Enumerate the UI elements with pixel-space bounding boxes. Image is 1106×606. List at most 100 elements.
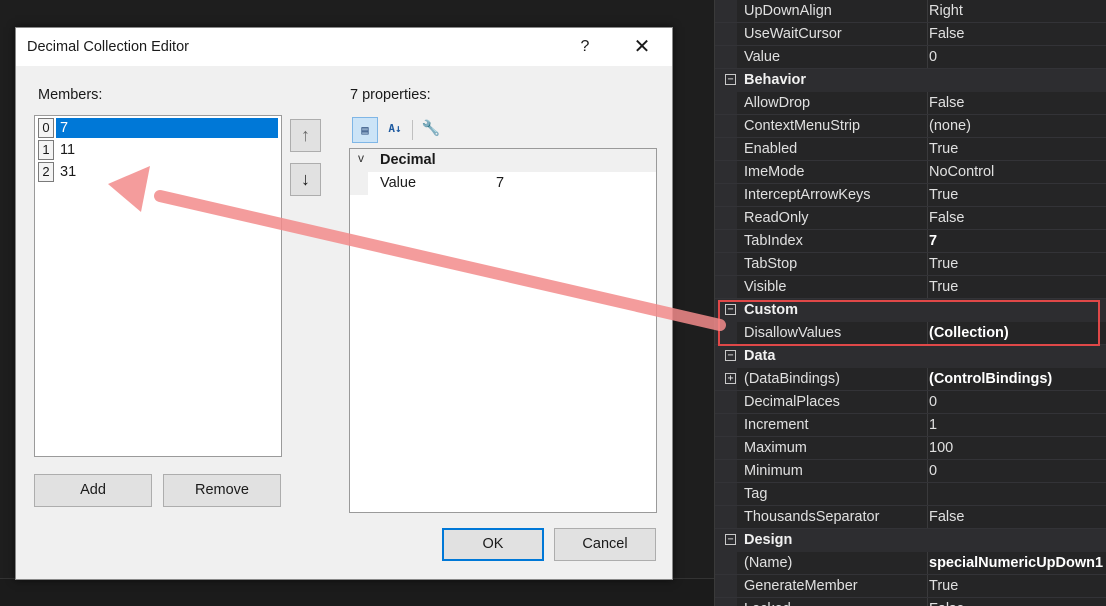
dialog-titlebar: Decimal Collection Editor ? ✕ <box>16 28 672 66</box>
category-label: Design <box>744 532 793 548</box>
property-value[interactable]: False <box>927 207 1106 229</box>
categorized-icon[interactable]: ▤ <box>352 117 378 143</box>
property-value[interactable]: 1 <box>927 414 1106 436</box>
property-row[interactable]: Visible True <box>715 276 1106 299</box>
property-row[interactable]: UpDownAlign Right <box>715 0 1106 23</box>
property-grid: UpDownAlign Right UseWaitCursor False Value 0… <box>714 0 1106 606</box>
property-row[interactable]: AllowDrop False <box>715 92 1106 115</box>
property-value[interactable]: True <box>927 276 1106 298</box>
property-row[interactable]: TabIndex 7 <box>715 230 1106 253</box>
members-label: Members: <box>38 87 103 103</box>
row-gutter <box>715 460 737 482</box>
row-gutter <box>715 575 737 597</box>
property-value[interactable]: False <box>927 506 1106 528</box>
property-value[interactable]: NoControl <box>927 161 1106 183</box>
property-row[interactable]: DecimalPlaces 0 <box>715 391 1106 414</box>
property-row[interactable]: Enabled True <box>715 138 1106 161</box>
property-value[interactable]: False <box>927 23 1106 45</box>
property-row[interactable]: InterceptArrowKeys True <box>715 184 1106 207</box>
property-row[interactable]: GenerateMember True <box>715 575 1106 598</box>
property-row[interactable]: ContextMenuStrip (none) <box>715 115 1106 138</box>
property-value[interactable]: 100 <box>927 437 1106 459</box>
row-gutter <box>715 414 737 436</box>
collapse-icon[interactable]: − <box>725 534 736 545</box>
property-name: UpDownAlign <box>744 3 832 19</box>
property-value[interactable]: 0 <box>927 46 1106 68</box>
property-row[interactable]: ImeMode NoControl <box>715 161 1106 184</box>
property-value[interactable]: False <box>927 92 1106 114</box>
category-label: Decimal <box>380 152 436 168</box>
value-property-row[interactable]: Value 7 <box>350 172 656 195</box>
property-row[interactable]: TabStop True <box>715 253 1106 276</box>
chevron-down-icon[interactable]: v <box>358 151 364 165</box>
property-value[interactable]: True <box>927 575 1106 597</box>
property-name: Value <box>380 175 417 191</box>
category-row-design[interactable]: − Design <box>715 529 1106 552</box>
property-name: UseWaitCursor <box>744 26 842 42</box>
row-gutter <box>350 172 368 195</box>
toolbar-separator <box>412 120 413 140</box>
category-row-custom[interactable]: − Custom <box>715 299 1106 322</box>
property-value[interactable]: True <box>927 138 1106 160</box>
property-value[interactable]: (Collection) <box>927 322 1106 344</box>
expand-icon[interactable]: + <box>725 373 736 384</box>
property-value[interactable]: 0 <box>927 391 1106 413</box>
property-value[interactable]: 7 <box>927 230 1106 252</box>
property-value[interactable]: 7 <box>496 175 504 191</box>
category-row-behavior[interactable]: − Behavior <box>715 69 1106 92</box>
property-value[interactable]: True <box>927 253 1106 275</box>
move-down-button[interactable]: ↓ <box>290 163 321 196</box>
property-name: TabStop <box>744 256 798 272</box>
row-gutter <box>715 115 737 137</box>
help-button[interactable]: ? <box>572 34 598 60</box>
collapse-icon[interactable]: − <box>725 74 736 85</box>
property-row[interactable]: Maximum 100 <box>715 437 1106 460</box>
property-value[interactable]: (ControlBindings) <box>927 368 1106 390</box>
property-value[interactable]: False <box>927 598 1106 606</box>
decimal-category-row[interactable]: v Decimal <box>350 149 656 172</box>
property-name: Enabled <box>744 141 798 157</box>
collapse-icon[interactable]: − <box>725 350 736 361</box>
move-up-button[interactable]: ↑ <box>290 119 321 152</box>
property-row[interactable]: ThousandsSeparator False <box>715 506 1106 529</box>
member-item[interactable]: 1 11 <box>36 139 280 161</box>
property-value[interactable]: specialNumericUpDown1 <box>927 552 1106 574</box>
remove-button[interactable]: Remove <box>163 474 281 507</box>
close-button[interactable]: ✕ <box>628 34 656 60</box>
property-value[interactable]: True <box>927 184 1106 206</box>
property-name: ContextMenuStrip <box>744 118 861 134</box>
property-value[interactable]: (none) <box>927 115 1106 137</box>
dialog-title: Decimal Collection Editor <box>27 39 189 55</box>
property-row[interactable]: (Name) specialNumericUpDown1 <box>715 552 1106 575</box>
ok-button[interactable]: OK <box>442 528 544 561</box>
property-row[interactable]: Tag <box>715 483 1106 506</box>
cancel-button[interactable]: Cancel <box>554 528 656 561</box>
row-gutter <box>715 161 737 183</box>
property-row[interactable]: Value 0 <box>715 46 1106 69</box>
property-name: (DataBindings) <box>744 371 840 387</box>
property-value[interactable] <box>927 483 1106 505</box>
property-row[interactable]: + (DataBindings) (ControlBindings) <box>715 368 1106 391</box>
property-row[interactable]: LockedFalse <box>715 598 1106 606</box>
add-button[interactable]: Add <box>34 474 152 507</box>
category-row-data[interactable]: − Data <box>715 345 1106 368</box>
property-value[interactable]: Right <box>927 0 1106 22</box>
row-gutter <box>715 46 737 68</box>
property-row[interactable]: Increment 1 <box>715 414 1106 437</box>
member-item[interactable]: 07 <box>36 117 280 139</box>
member-index: 1 <box>38 140 54 160</box>
row-gutter <box>715 552 737 574</box>
property-value[interactable]: 0 <box>927 460 1106 482</box>
property-name: GenerateMember <box>744 578 858 594</box>
property-name: Increment <box>744 417 809 433</box>
property-pages-wrench-icon[interactable]: 🔧 <box>418 117 444 143</box>
row-gutter <box>715 138 737 160</box>
property-row[interactable]: Minimum 0 <box>715 460 1106 483</box>
alphabetical-sort-icon[interactable]: A↓ <box>382 117 408 143</box>
members-listbox[interactable]: 0 7 1 11 2 31 <box>34 115 282 457</box>
property-row[interactable]: DisallowValues (Collection) <box>715 322 1106 345</box>
member-item[interactable]: 2 31 <box>36 161 280 183</box>
collapse-icon[interactable]: − <box>725 304 736 315</box>
property-row[interactable]: ReadOnly False <box>715 207 1106 230</box>
property-row[interactable]: UseWaitCursor False <box>715 23 1106 46</box>
